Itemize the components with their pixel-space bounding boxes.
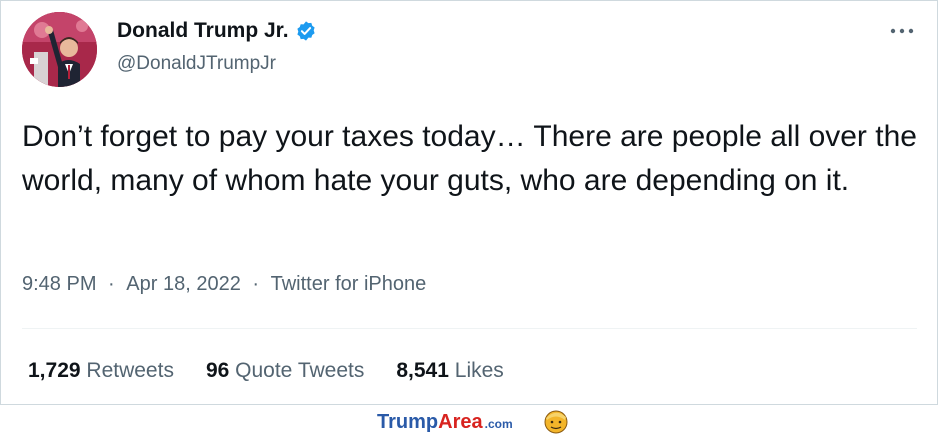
likes-count: 8,541 — [396, 359, 449, 382]
divider — [22, 328, 917, 329]
meta-separator: · — [252, 273, 260, 295]
more-options-icon[interactable] — [885, 19, 919, 43]
author-handle[interactable]: @DonaldJTrumpJr — [117, 53, 276, 75]
tweet-source[interactable]: Twitter for iPhone — [271, 273, 427, 296]
author-name-text: Donald Trump Jr. — [117, 19, 289, 42]
likes-stat[interactable]: 8,541 Likes — [396, 359, 503, 383]
author-name[interactable]: Donald Trump Jr. — [117, 19, 317, 43]
tweet-text: Don’t forget to pay your taxes today… Th… — [22, 120, 917, 197]
tweet-date[interactable]: Apr 18, 2022 — [126, 273, 241, 296]
quote-tweets-stat[interactable]: 96 Quote Tweets — [206, 359, 364, 383]
watermark-brand-part1: Trump — [377, 411, 439, 433]
watermark-brand-part2: Area — [438, 411, 483, 433]
retweets-stat[interactable]: 1,729 Retweets — [28, 359, 174, 383]
tweet-time[interactable]: 9:48 PM — [22, 273, 96, 296]
watermark-brand-suffix: .com — [484, 417, 513, 431]
avatar[interactable] — [22, 12, 97, 87]
watermark-brand: Trump Area .com — [377, 411, 513, 434]
quote-tweets-count: 96 — [205, 359, 230, 382]
quote-tweets-label: Quote Tweets — [235, 359, 365, 382]
tweet-card: Donald Trump Jr. @DonaldJTrumpJr Don’t f… — [0, 0, 938, 405]
avatar-photo-icon — [22, 12, 97, 87]
retweets-label: Retweets — [86, 359, 174, 382]
meta-separator: · — [108, 273, 115, 295]
retweets-count: 1,729 — [28, 359, 81, 382]
verified-badge-icon — [295, 20, 317, 42]
trump-face-logo-icon — [543, 408, 569, 434]
likes-label: Likes — [454, 359, 504, 382]
tweet-metadata: 9:48 PM · Apr 18, 2022 · Twitter for iPh… — [22, 273, 426, 296]
engagement-stats: 1,729 Retweets 96 Quote Tweets 8,541 Lik… — [28, 359, 536, 383]
